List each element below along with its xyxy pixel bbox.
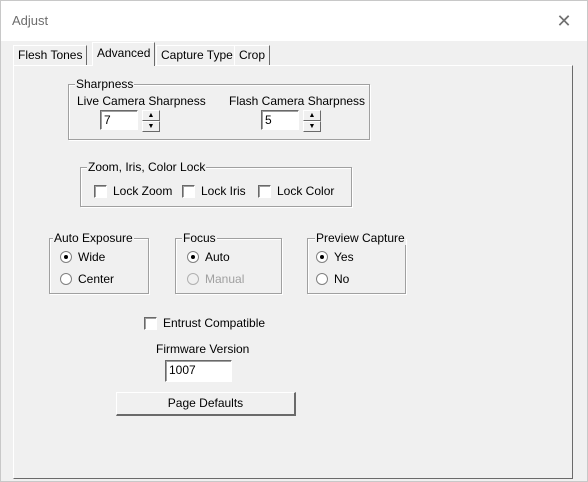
radio-icon [60,273,72,285]
title-bar: Adjust ✕ [1,1,587,41]
focus-auto-radio[interactable]: Auto [187,250,230,264]
radio-icon [187,273,199,285]
focus-manual-radio: Manual [187,272,244,286]
lock-iris-checkbox[interactable]: Lock Iris [182,184,246,198]
radio-selected-icon [187,251,199,263]
tab-capture-type[interactable]: Capture Type [156,45,238,65]
tab-crop[interactable]: Crop [234,45,271,65]
lock-color-label: Lock Color [277,184,335,198]
preview-capture-group: Preview Capture Yes No [307,231,406,294]
lock-zoom-checkbox[interactable]: Lock Zoom [94,184,172,198]
preview-yes-label: Yes [334,250,354,264]
checkbox-icon [182,184,195,198]
exposure-wide-radio[interactable]: Wide [60,250,105,264]
focus-title: Focus [182,231,217,245]
checkbox-icon [94,184,107,198]
spin-down-icon[interactable]: ▼ [142,121,160,132]
preview-yes-radio[interactable]: Yes [316,250,354,264]
checkbox-icon [258,184,271,198]
window-title: Adjust [12,13,49,28]
adjust-dialog: Adjust ✕ Flesh Tones Advanced Capture Ty… [0,0,588,482]
flash-sharpness-label: Flash Camera Sharpness [229,94,366,108]
color-lock-group: Zoom, Iris, Color Lock Lock Zoom Lock Ir… [80,160,352,207]
flash-sharpness-input[interactable]: 5 [261,110,299,130]
radio-icon [316,273,328,285]
live-sharpness-spinner: ▲ ▼ [142,110,160,132]
sharpness-group: Sharpness Live Camera Sharpness 7 ▲ ▼ Fl… [68,77,370,140]
close-icon[interactable]: ✕ [549,7,579,35]
color-lock-group-title: Zoom, Iris, Color Lock [87,160,207,174]
checkbox-icon [144,316,157,330]
exposure-center-radio[interactable]: Center [60,272,114,286]
lock-zoom-label: Lock Zoom [113,184,173,198]
advanced-panel: Sharpness Live Camera Sharpness 7 ▲ ▼ Fl… [13,65,573,479]
focus-auto-label: Auto [205,250,230,264]
flash-sharpness-spinner: ▲ ▼ [303,110,321,132]
sharpness-group-title: Sharpness [75,77,135,91]
page-defaults-button[interactable]: Page Defaults [116,392,296,416]
entrust-compatible-checkbox[interactable]: Entrust Compatible [144,316,265,330]
preview-no-radio[interactable]: No [316,272,349,286]
entrust-compatible-label: Entrust Compatible [163,316,266,330]
radio-selected-icon [316,251,328,263]
lock-iris-label: Lock Iris [201,184,246,198]
preview-capture-title: Preview Capture [315,231,406,245]
live-sharpness-label: Live Camera Sharpness [77,94,206,108]
firmware-version-label: Firmware Version [156,342,250,356]
focus-manual-label: Manual [205,272,245,286]
preview-no-label: No [334,272,350,286]
spin-up-icon[interactable]: ▲ [142,110,160,121]
auto-exposure-group: Auto Exposure Wide Center [49,231,149,294]
auto-exposure-title: Auto Exposure [53,231,134,245]
focus-group: Focus Auto Manual [175,231,282,294]
radio-selected-icon [60,251,72,263]
tab-advanced[interactable]: Advanced [92,42,156,66]
spin-up-icon[interactable]: ▲ [303,110,321,121]
exposure-wide-label: Wide [78,250,106,264]
spin-down-icon[interactable]: ▼ [303,121,321,132]
tab-flesh-tones[interactable]: Flesh Tones [13,45,88,65]
live-sharpness-input[interactable]: 7 [100,110,138,130]
exposure-center-label: Center [78,272,115,286]
firmware-version-field[interactable]: 1007 [165,360,232,382]
lock-color-checkbox[interactable]: Lock Color [258,184,334,198]
